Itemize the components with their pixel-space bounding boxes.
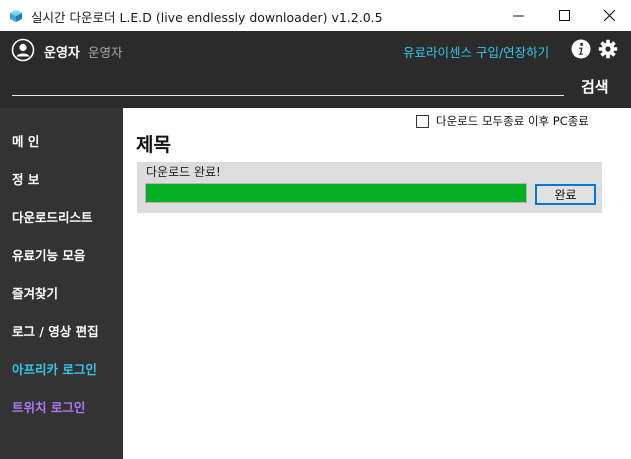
sidebar-item-download-list[interactable]: 다운로드리스트: [12, 207, 93, 226]
sidebar-item-paid-features[interactable]: 유료기능 모음: [12, 245, 85, 264]
license-purchase-link[interactable]: 유료라이센스 구입/연장하기: [403, 42, 549, 61]
progress-fill: [146, 184, 526, 202]
app-header: 운영자 운영자 유료라이센스 구입/연장하기 검색: [0, 31, 631, 108]
page-title: 제목: [136, 134, 171, 156]
download-item: 다운로드 완료! 완료: [137, 162, 602, 213]
shutdown-label: 다운로드 모두종료 이후 PC종료: [436, 114, 589, 128]
minimize-icon: [512, 15, 524, 17]
maximize-button[interactable]: [541, 0, 587, 31]
sidebar: 메 인 정 보 다운로드리스트 유료기능 모음 즐겨찾기 로그 / 영상 편집 …: [0, 108, 123, 459]
user-avatar-icon: [11, 38, 35, 62]
search-button[interactable]: 검색: [581, 76, 609, 97]
done-button[interactable]: 완료: [535, 184, 596, 205]
info-icon[interactable]: [571, 39, 591, 59]
search-input[interactable]: [12, 75, 564, 96]
shutdown-after-download-checkbox[interactable]: 다운로드 모두종료 이후 PC종료: [416, 113, 589, 129]
maximize-icon: [558, 10, 570, 21]
sidebar-item-afreeca-login[interactable]: 아프리카 로그인: [12, 359, 97, 378]
sidebar-item-main[interactable]: 메 인: [12, 131, 39, 150]
title-bar: 실시간 다운로더 L.E.D (live endlessly downloade…: [0, 0, 631, 31]
user-name: 운영자: [44, 46, 80, 61]
sidebar-item-log-video-edit[interactable]: 로그 / 영상 편집: [12, 321, 99, 340]
app-logo-icon: [10, 10, 22, 22]
download-status: 다운로드 완료!: [146, 165, 221, 179]
sidebar-item-twitch-login[interactable]: 트위치 로그인: [12, 397, 85, 416]
user-role: 운영자: [88, 45, 123, 60]
window-title: 실시간 다운로더 L.E.D (live endlessly downloade…: [31, 10, 383, 25]
progress-bar: [145, 183, 527, 203]
main-content: 다운로드 모두종료 이후 PC종료 제목 다운로드 완료! 완료: [123, 108, 631, 459]
close-icon: [603, 10, 615, 21]
close-button[interactable]: [586, 0, 631, 31]
checkbox-box[interactable]: [416, 114, 429, 128]
gear-icon[interactable]: [598, 39, 618, 59]
sidebar-item-info[interactable]: 정 보: [12, 169, 39, 188]
minimize-button[interactable]: [495, 0, 541, 31]
sidebar-item-favorites[interactable]: 즐겨찾기: [12, 283, 58, 302]
